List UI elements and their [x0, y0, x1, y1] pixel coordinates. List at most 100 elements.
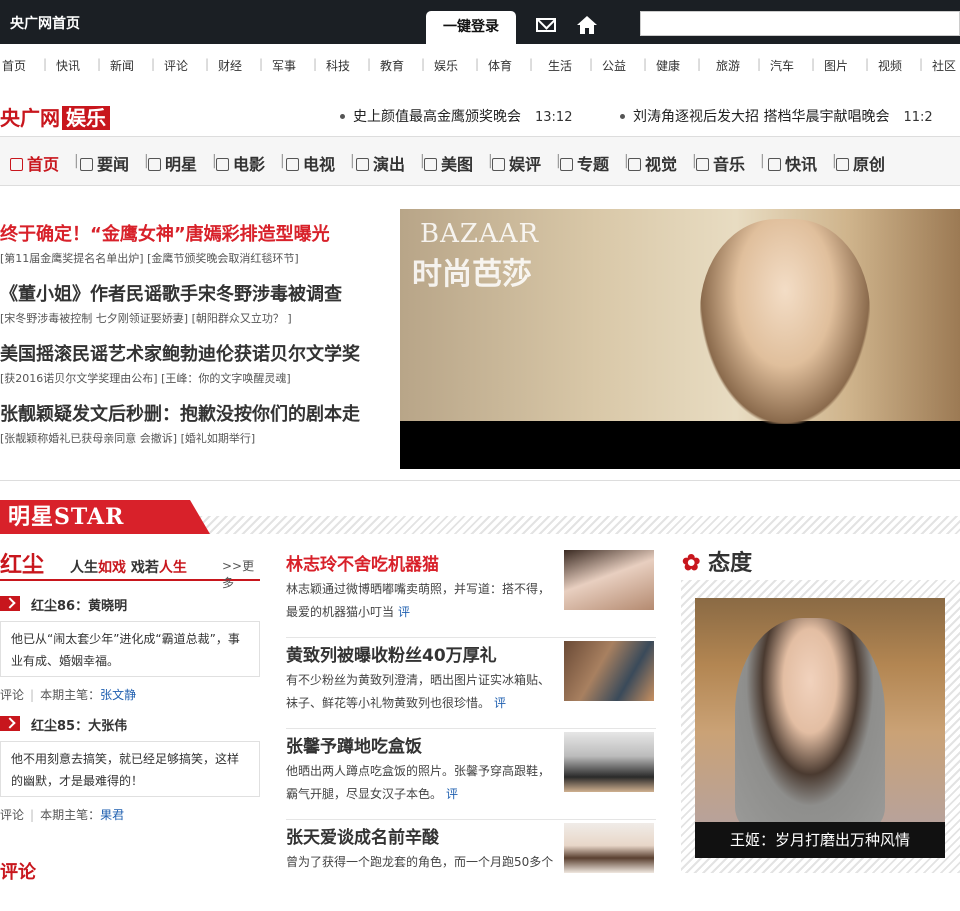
nav-item[interactable]: 新闻: [110, 57, 134, 74]
channel-item[interactable]: 美图: [424, 151, 473, 175]
channel-item[interactable]: 音乐: [696, 151, 745, 175]
nav-item[interactable]: 军事: [272, 57, 296, 74]
taidu-title[interactable]: 态度: [708, 551, 752, 576]
channel-icon: [148, 158, 161, 171]
nav-item[interactable]: 视频: [878, 57, 902, 74]
nav-item[interactable]: 健康: [656, 57, 680, 74]
channel-item[interactable]: 演出: [356, 151, 405, 175]
ticker-text: 史上颜值最高金鹰颁奖晚会: [353, 109, 521, 125]
nav-item[interactable]: 体育: [488, 57, 512, 74]
hero-brand: BAZAAR: [420, 219, 540, 249]
home-icon[interactable]: [576, 14, 598, 36]
site-home-link[interactable]: 央广网首页: [10, 13, 80, 33]
star-section-title[interactable]: 明星STAR: [0, 500, 210, 534]
news-thumbnail[interactable]: [564, 550, 654, 610]
hongchen-item-title[interactable]: 红尘86：黄晓明: [31, 595, 127, 614]
headline-sub[interactable]: [宋冬野涉毒被控制 七夕刚领证娶娇妻] [朝阳群众又立功？ ]: [0, 310, 292, 326]
channel-item[interactable]: 要闻: [80, 151, 129, 175]
channel-item[interactable]: 快讯: [768, 151, 817, 175]
nav-separator: |: [313, 57, 318, 71]
more-link[interactable]: >>更多: [222, 557, 260, 591]
news-desc: 林志颖通过微博晒嘟嘴卖萌照，并写道：搭不得，最爱的机器猫小叮当评: [286, 578, 556, 624]
hongchen-item-meta: 评论 | 本期主笔：果君: [0, 808, 125, 822]
editor-link[interactable]: 果君: [100, 808, 124, 822]
news-item: 张天爱谈成名前辛酸 曾为了获得一个跑龙套的角色，而一个月跑50多个: [286, 823, 656, 911]
editor-link[interactable]: 张文静: [100, 688, 136, 702]
nav-item[interactable]: 财经: [218, 57, 242, 74]
channel-item[interactable]: 专题: [560, 151, 609, 175]
news-title[interactable]: 林志玲不舍吃机器猫: [286, 550, 439, 575]
login-button[interactable]: 一键登录: [426, 11, 516, 44]
nav-separator: |: [97, 57, 102, 71]
news-thumbnail[interactable]: [564, 641, 654, 701]
nav-item[interactable]: 科技: [326, 57, 350, 74]
channel-label: 演出: [373, 155, 406, 174]
ticker-item[interactable]: 史上颜值最高金鹰颁奖晚会 13:12: [340, 106, 572, 126]
nav-separator: |: [865, 57, 870, 71]
editor-label: 本期主笔：: [40, 808, 101, 822]
news-title[interactable]: 张天爱谈成名前辛酸: [286, 823, 439, 848]
comment-link[interactable]: 评论: [0, 808, 24, 822]
news-desc: 曾为了获得一个跑龙套的角色，而一个月跑50多个: [286, 851, 556, 874]
news-thumbnail[interactable]: [564, 823, 654, 873]
news-title[interactable]: 张馨予蹲地吃盒饭: [286, 732, 422, 757]
channel-item[interactable]: 明星: [148, 151, 197, 175]
channel-item[interactable]: 电影: [216, 151, 265, 175]
channel-item[interactable]: 首页: [10, 151, 59, 175]
news-item: 黄致列被曝收粉丝40万厚礼 有不少粉丝为黄致列澄清，晒出图片证实冰箱贴、袜子、鲜…: [286, 641, 656, 729]
mail-icon[interactable]: [536, 18, 556, 32]
headline-sub[interactable]: [第11届金鹰奖提名名单出炉] [金鹰节颁奖晚会取消红毯环节]: [0, 250, 299, 266]
comment-link[interactable]: 评: [494, 696, 506, 710]
arrow-icon: [0, 716, 20, 731]
headline-link[interactable]: 美国摇滚民谣艺术家鲍勃迪伦获诺贝尔文学奖: [0, 340, 360, 366]
channel-label: 娱评: [509, 155, 542, 174]
channel-separator: |: [280, 153, 285, 169]
headline-link[interactable]: 《董小姐》作者民谣歌手宋冬野涉毒被调查: [0, 280, 342, 306]
channel-item[interactable]: 视觉: [628, 151, 677, 175]
hero-brand-cn: 时尚芭莎: [412, 257, 532, 292]
comment-link[interactable]: 评论: [0, 688, 24, 702]
nav-item[interactable]: 评论: [164, 57, 188, 74]
comment-link[interactable]: 评: [398, 605, 410, 619]
logo[interactable]: 央广网 娱乐: [0, 102, 110, 130]
news-thumbnail[interactable]: [564, 732, 654, 792]
ticker-text: 刘涛角逐视后发大招 搭档华晨宇献唱晚会: [633, 109, 890, 125]
headline-link[interactable]: 终于确定！“金鹰女神”唐嫣彩排造型曝光: [0, 220, 330, 246]
hongchen-item-text: 他已从“闹太套少年”进化成“霸道总裁”，事业有成、婚姻幸福。: [0, 621, 260, 677]
nav-item[interactable]: 教育: [380, 57, 404, 74]
hero-image[interactable]: BAZAAR 时尚芭莎: [400, 209, 960, 469]
taidu-photo[interactable]: [695, 598, 945, 822]
nav-item[interactable]: 生活: [548, 57, 572, 74]
channel-separator: |: [760, 153, 765, 169]
nav-item[interactable]: 娱乐: [434, 57, 458, 74]
nav-item[interactable]: 旅游: [716, 57, 740, 74]
comment-link[interactable]: 评: [446, 787, 458, 801]
nav-item[interactable]: 社区: [932, 57, 956, 74]
ticker-item[interactable]: 刘涛角逐视后发大招 搭档华晨宇献唱晚会 11:2: [620, 106, 933, 126]
star-glyph-icon: ✿: [682, 550, 701, 576]
hongchen-item-title[interactable]: 红尘85：大张伟: [31, 715, 127, 734]
editor-label: 本期主笔：: [40, 688, 101, 702]
reviews-title[interactable]: 评论: [0, 858, 36, 884]
headline-sub[interactable]: [获2016诺贝尔文学奖理由公布] [王峰：你的文字唤醒灵魂]: [0, 370, 291, 386]
channel-icon: [836, 158, 849, 171]
nav-item[interactable]: 快讯: [56, 57, 80, 74]
nav-item[interactable]: 汽车: [770, 57, 794, 74]
channel-label: 视觉: [645, 155, 678, 174]
headline-link[interactable]: 张靓颖疑发文后秒删：抱歉没按你们的剧本走: [0, 400, 360, 426]
channel-item[interactable]: 原创: [836, 151, 885, 175]
taidu-caption[interactable]: 王姬：岁月打磨出万种风情: [695, 822, 945, 858]
star-section-banner: 明星STAR: [0, 500, 960, 534]
headline-sub[interactable]: [张靓颖称婚礼已获母亲同意 会撤诉] [婚礼如期举行]: [0, 430, 255, 446]
channel-item[interactable]: 娱评: [492, 151, 541, 175]
nav-item[interactable]: 首页: [2, 57, 26, 74]
nav-item[interactable]: 图片: [824, 57, 848, 74]
hongchen-title[interactable]: 红尘: [0, 547, 44, 579]
channel-label: 电视: [303, 155, 336, 174]
channel-item[interactable]: 电视: [286, 151, 335, 175]
slogan-part: 如戏: [98, 560, 126, 576]
channel-icon: [628, 158, 641, 171]
search-input[interactable]: [640, 11, 960, 36]
news-title[interactable]: 黄致列被曝收粉丝40万厚礼: [286, 641, 497, 666]
nav-item[interactable]: 公益: [602, 57, 626, 74]
